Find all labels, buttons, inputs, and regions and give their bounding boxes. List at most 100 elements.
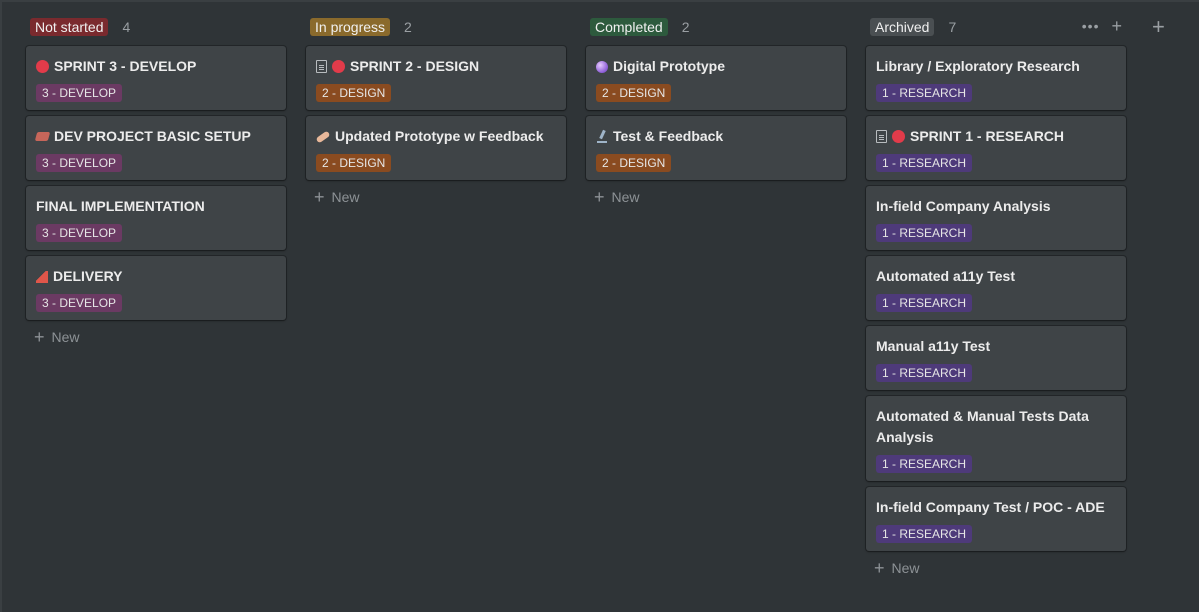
card-title-text: SPRINT 1 - RESEARCH	[910, 128, 1065, 144]
phase-tag: 2 - DESIGN	[596, 84, 672, 102]
phase-tag: 3 - DEVELOP	[36, 294, 123, 312]
card[interactable]: Manual a11y Test 1 - RESEARCH	[866, 326, 1126, 390]
card-list: SPRINT 3 - DEVELOP 3 - DEVELOP DEV PROJE…	[26, 46, 286, 320]
phase-tag: 1 - RESEARCH	[876, 224, 973, 242]
card-title: Updated Prototype w Feedback	[315, 126, 556, 147]
phase-tag: 1 - RESEARCH	[876, 154, 973, 172]
card[interactable]: In-field Company Test / POC - ADE 1 - RE…	[866, 487, 1126, 551]
status-pill[interactable]: Completed	[590, 18, 668, 36]
column-in-progress: In progress 2 SPRINT 2 - DESIGN 2 - DESI…	[306, 14, 566, 208]
card-title: Digital Prototype	[596, 56, 836, 77]
card-title: DEV PROJECT BASIC SETUP	[34, 126, 276, 147]
card[interactable]: SPRINT 2 - DESIGN 2 - DESIGN	[306, 46, 566, 110]
phase-tag: 1 - RESEARCH	[876, 525, 973, 543]
new-card-label: New	[51, 329, 80, 345]
card[interactable]: FINAL IMPLEMENTATION 3 - DEVELOP	[26, 186, 286, 250]
card-title-text: In-field Company Test / POC - ADE	[876, 499, 1105, 515]
phase-tag: 1 - RESEARCH	[876, 294, 973, 312]
card-title-text: SPRINT 2 - DESIGN	[350, 58, 480, 74]
card-title-text: Test & Feedback	[613, 128, 724, 144]
column-count: 7	[948, 19, 957, 35]
card-title: DELIVERY	[36, 266, 276, 287]
document-icon	[876, 130, 887, 143]
card-title-text: In-field Company Analysis	[876, 198, 1051, 214]
card[interactable]: SPRINT 3 - DEVELOP 3 - DEVELOP	[26, 46, 286, 110]
card-title: Test & Feedback	[596, 126, 836, 147]
card-title-text: SPRINT 3 - DEVELOP	[54, 58, 197, 74]
card-title-text: DELIVERY	[53, 268, 123, 284]
plus-icon: +	[314, 187, 325, 207]
more-horizontal-icon[interactable]: •••	[1082, 17, 1100, 35]
card-title: SPRINT 3 - DEVELOP	[36, 56, 276, 77]
phase-tag: 3 - DEVELOP	[36, 224, 123, 242]
card-list: Digital Prototype 2 - DESIGN Test & Feed…	[586, 46, 846, 180]
plus-icon: +	[874, 558, 885, 578]
card-title-text: Automated & Manual Tests Data Analysis	[876, 408, 1089, 445]
card[interactable]: DEV PROJECT BASIC SETUP 3 - DEVELOP	[26, 116, 286, 180]
card[interactable]: In-field Company Analysis 1 - RESEARCH	[866, 186, 1126, 250]
phase-tag: 1 - RESEARCH	[876, 84, 973, 102]
column-header: Archived 7 ••• +	[866, 14, 1126, 40]
card-title-text: Manual a11y Test	[876, 338, 991, 354]
column-header: Not started 4	[26, 14, 286, 40]
crystal-ball-icon	[596, 60, 608, 73]
card-title: Library / Exploratory Research	[876, 56, 1116, 77]
card[interactable]: Test & Feedback 2 - DESIGN	[586, 116, 846, 180]
microscope-icon	[596, 130, 608, 143]
card-list: Library / Exploratory Research 1 - RESEA…	[866, 46, 1126, 551]
column-archived: Archived 7 ••• + Library / Exploratory R…	[866, 14, 1126, 579]
new-card-label: New	[611, 189, 640, 205]
plus-icon[interactable]: +	[1111, 17, 1122, 35]
card-title: Automated a11y Test	[876, 266, 1116, 287]
new-card-label: New	[331, 189, 360, 205]
new-card-button[interactable]: + New	[34, 326, 286, 348]
card-title-text: Updated Prototype w Feedback	[335, 128, 544, 144]
phase-tag: 2 - DESIGN	[596, 154, 672, 172]
card-title: SPRINT 2 - DESIGN	[316, 56, 556, 77]
card[interactable]: DELIVERY 3 - DEVELOP	[26, 256, 286, 320]
card[interactable]: Automated a11y Test 1 - RESEARCH	[866, 256, 1126, 320]
column-header: In progress 2	[306, 14, 566, 40]
card-title-text: FINAL IMPLEMENTATION	[36, 198, 205, 214]
party-popper-icon	[36, 270, 48, 283]
brick-icon	[34, 132, 51, 141]
card[interactable]: SPRINT 1 - RESEARCH 1 - RESEARCH	[866, 116, 1126, 180]
card-title: In-field Company Analysis	[876, 196, 1116, 217]
card-title-text: DEV PROJECT BASIC SETUP	[54, 128, 251, 144]
phase-tag: 2 - DESIGN	[316, 84, 392, 102]
card[interactable]: Library / Exploratory Research 1 - RESEA…	[866, 46, 1126, 110]
card-title-text: Automated a11y Test	[876, 268, 1016, 284]
card-title: SPRINT 1 - RESEARCH	[876, 126, 1116, 147]
column-count: 4	[122, 19, 131, 35]
card[interactable]: Digital Prototype 2 - DESIGN	[586, 46, 846, 110]
top-border	[0, 0, 1199, 2]
card-title: FINAL IMPLEMENTATION	[36, 196, 276, 217]
column-actions: ••• +	[1082, 17, 1122, 35]
card[interactable]: Automated & Manual Tests Data Analysis 1…	[866, 396, 1126, 481]
add-column-plus-icon[interactable]: +	[1152, 16, 1165, 38]
card-title: Automated & Manual Tests Data Analysis	[876, 406, 1116, 448]
card-list: SPRINT 2 - DESIGN 2 - DESIGN Updated Pro…	[306, 46, 566, 180]
card-title: Manual a11y Test	[876, 336, 1116, 357]
plus-icon: +	[34, 327, 45, 347]
status-pill[interactable]: In progress	[310, 18, 391, 36]
status-pill[interactable]: Archived	[870, 18, 935, 36]
column-count: 2	[404, 19, 412, 35]
card-title-text: Library / Exploratory Research	[876, 58, 1080, 74]
card[interactable]: Updated Prototype w Feedback 2 - DESIGN	[306, 116, 566, 180]
plus-icon: +	[594, 187, 605, 207]
document-icon	[316, 60, 327, 73]
phase-tag: 3 - DEVELOP	[36, 84, 123, 102]
new-card-button[interactable]: + New	[594, 186, 846, 208]
left-border	[0, 0, 2, 612]
status-pill[interactable]: Not started	[30, 18, 109, 36]
column-header: Completed 2	[586, 14, 846, 40]
card-title-text: Digital Prototype	[613, 58, 726, 74]
card-title: In-field Company Test / POC - ADE	[876, 497, 1116, 518]
new-card-button[interactable]: + New	[314, 186, 566, 208]
column-completed: Completed 2 Digital Prototype 2 - DESIGN…	[586, 14, 846, 208]
phase-tag: 2 - DESIGN	[316, 154, 392, 172]
phase-tag: 3 - DEVELOP	[36, 154, 123, 172]
new-card-button[interactable]: + New	[874, 557, 1126, 579]
new-card-label: New	[891, 560, 920, 576]
